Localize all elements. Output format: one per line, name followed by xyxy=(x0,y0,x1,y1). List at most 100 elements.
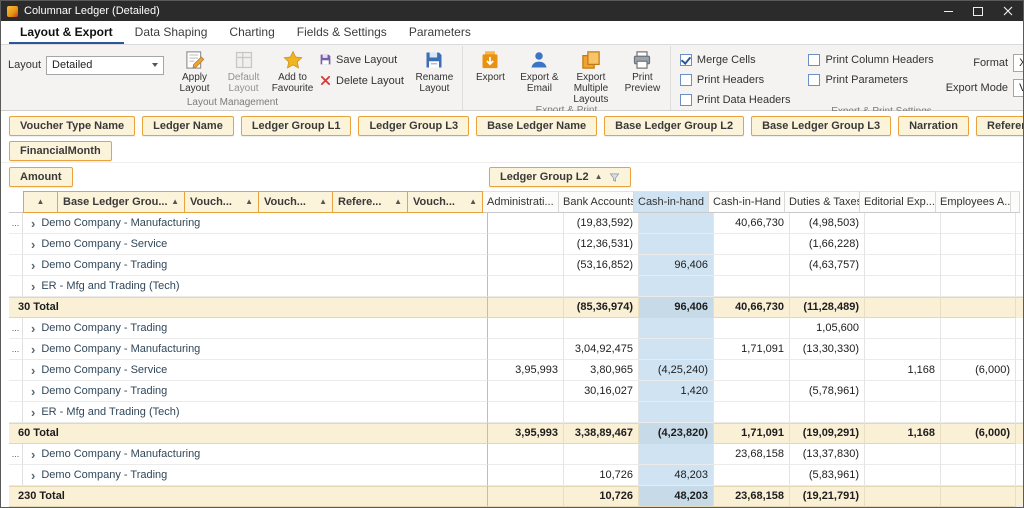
default-layout-button[interactable]: Default Layout xyxy=(219,47,268,94)
grid-cell[interactable]: (6,000) xyxy=(941,423,1016,444)
minimize-button[interactable] xyxy=(933,1,963,21)
grid-cell[interactable]: (6,000) xyxy=(941,360,1016,381)
grid-cell[interactable] xyxy=(865,234,941,255)
group-row-demo-company-trading[interactable]: › Demo Company - Trading xyxy=(23,381,488,402)
field-chip-base-ledger-name[interactable]: Base Ledger Name xyxy=(476,116,598,136)
field-chip-voucher-type-name[interactable]: Voucher Type Name xyxy=(9,116,136,136)
grid-cell[interactable] xyxy=(865,255,941,276)
expand-icon[interactable]: › xyxy=(31,339,35,359)
grid-cell[interactable]: 1,168 xyxy=(865,360,941,381)
grid-cell[interactable] xyxy=(714,360,790,381)
grid-cell[interactable] xyxy=(488,444,564,465)
total-row-label[interactable]: 60 Total xyxy=(9,423,488,444)
grid-cell[interactable] xyxy=(488,234,564,255)
grid-cell[interactable] xyxy=(488,339,564,360)
grid-cell[interactable]: 1,71,091 xyxy=(714,423,790,444)
column-header-sort[interactable]: ▲ xyxy=(23,191,58,213)
grid-cell[interactable] xyxy=(865,297,941,318)
grid-cell[interactable]: 1,05,600 xyxy=(790,318,865,339)
maximize-button[interactable] xyxy=(963,1,993,21)
grid-cell[interactable] xyxy=(639,402,714,423)
grid-cell[interactable] xyxy=(941,381,1016,402)
grid-cell[interactable] xyxy=(639,234,714,255)
grid-cell[interactable]: 3,80,965 xyxy=(564,360,639,381)
grid-cell[interactable] xyxy=(941,297,1016,318)
expand-icon[interactable]: › xyxy=(31,318,35,338)
column-header-administrati[interactable]: Administrati... xyxy=(483,191,559,213)
group-row-er-mfg-and-trading-tech[interactable]: › ER - Mfg and Trading (Tech) xyxy=(23,402,488,423)
expand-icon[interactable]: › xyxy=(31,255,35,275)
grid-cell[interactable]: (53,16,852) xyxy=(564,255,639,276)
grid-cell[interactable] xyxy=(865,318,941,339)
export-button[interactable]: Export xyxy=(466,47,515,83)
tab-parameters[interactable]: Parameters xyxy=(398,22,482,44)
grid-cell[interactable]: (4,25,240) xyxy=(639,360,714,381)
add-to-favourite-button[interactable]: Add to Favourite xyxy=(268,47,317,94)
expand-icon[interactable]: › xyxy=(31,465,35,485)
column-header-vouch[interactable]: Vouch... ▲ xyxy=(184,191,259,213)
expand-icon[interactable]: › xyxy=(31,276,35,296)
grid-cell[interactable] xyxy=(639,339,714,360)
grid-cell[interactable]: 3,04,92,475 xyxy=(564,339,639,360)
grid-cell[interactable]: (19,21,791) xyxy=(790,486,865,507)
field-chip-ledger-group-l1[interactable]: Ledger Group L1 xyxy=(240,116,352,136)
field-chip-ledger-name[interactable]: Ledger Name xyxy=(142,116,234,136)
export-multiple-layouts-button[interactable]: Export Multiple Layouts xyxy=(564,47,618,105)
grid-cell[interactable] xyxy=(790,360,865,381)
layout-combobox[interactable]: Detailed xyxy=(46,55,165,75)
tab-fields-settings[interactable]: Fields & Settings xyxy=(286,22,398,44)
group-row-demo-company-manufacturing[interactable]: › Demo Company - Manufacturing xyxy=(23,339,488,360)
grid-cell[interactable] xyxy=(639,276,714,297)
grid-cell[interactable] xyxy=(488,486,564,507)
expand-icon[interactable]: › xyxy=(31,381,35,401)
grid-cell[interactable] xyxy=(714,402,790,423)
group-row-demo-company-manufacturing[interactable]: › Demo Company - Manufacturing xyxy=(23,213,488,234)
grid-cell[interactable]: (13,37,830) xyxy=(790,444,865,465)
grid-cell[interactable]: (4,63,757) xyxy=(790,255,865,276)
checkbox-merge-cells[interactable]: Merge Cells xyxy=(679,54,791,66)
grid-cell[interactable]: (85,36,974) xyxy=(564,297,639,318)
grid-cell[interactable] xyxy=(714,318,790,339)
grid-cell[interactable]: 48,203 xyxy=(639,465,714,486)
field-chip-financialmonth[interactable]: FinancialMonth xyxy=(9,141,112,161)
grid-cell[interactable] xyxy=(941,213,1016,234)
group-row-demo-company-trading[interactable]: › Demo Company - Trading xyxy=(23,318,488,339)
grid-cell[interactable]: 10,726 xyxy=(564,465,639,486)
grid-cell[interactable]: (11,28,489) xyxy=(790,297,865,318)
grid-cell[interactable] xyxy=(941,486,1016,507)
grid-cell[interactable]: 1,71,091 xyxy=(714,339,790,360)
grid-cell[interactable] xyxy=(790,276,865,297)
grid-cell[interactable] xyxy=(865,465,941,486)
total-row-label[interactable]: 30 Total xyxy=(9,297,488,318)
grid-cell[interactable] xyxy=(865,276,941,297)
grid-cell[interactable] xyxy=(865,402,941,423)
grid-cell[interactable] xyxy=(639,444,714,465)
column-header-bank-accounts[interactable]: Bank Accounts xyxy=(559,191,634,213)
column-header-duties-taxes[interactable]: Duties & Taxes xyxy=(785,191,860,213)
grid-cell[interactable] xyxy=(488,381,564,402)
grid-cell[interactable] xyxy=(488,402,564,423)
grid-cell[interactable] xyxy=(941,276,1016,297)
grid-cell[interactable] xyxy=(488,465,564,486)
grid-cell[interactable]: 23,68,158 xyxy=(714,444,790,465)
grid-cell[interactable] xyxy=(941,444,1016,465)
column-header-vouch[interactable]: Vouch... ▲ xyxy=(407,191,483,213)
total-row-label[interactable]: 230 Total xyxy=(9,486,488,507)
delete-layout-button[interactable]: Delete Layout xyxy=(319,74,404,87)
column-header-vouch[interactable]: Vouch... ▲ xyxy=(258,191,333,213)
grid-cell[interactable] xyxy=(488,255,564,276)
checkbox-print-headers[interactable]: Print Headers xyxy=(679,74,791,86)
grid-cell[interactable]: (5,78,961) xyxy=(790,381,865,402)
expand-icon[interactable]: › xyxy=(31,234,35,254)
grid-cell[interactable] xyxy=(865,444,941,465)
group-row-er-mfg-and-trading-tech[interactable]: › ER - Mfg and Trading (Tech) xyxy=(23,276,488,297)
grid-cell[interactable] xyxy=(865,213,941,234)
grid-cell[interactable]: 1,168 xyxy=(865,423,941,444)
data-field-amount[interactable]: Amount xyxy=(9,167,73,187)
checkbox-print-data-headers[interactable]: Print Data Headers xyxy=(679,94,790,106)
grid-cell[interactable] xyxy=(941,234,1016,255)
column-header-editorial-exp[interactable]: Editorial Exp... xyxy=(860,191,936,213)
grid-cell[interactable] xyxy=(941,339,1016,360)
expand-icon[interactable]: › xyxy=(31,444,35,464)
grid-cell[interactable]: (19,83,592) xyxy=(564,213,639,234)
